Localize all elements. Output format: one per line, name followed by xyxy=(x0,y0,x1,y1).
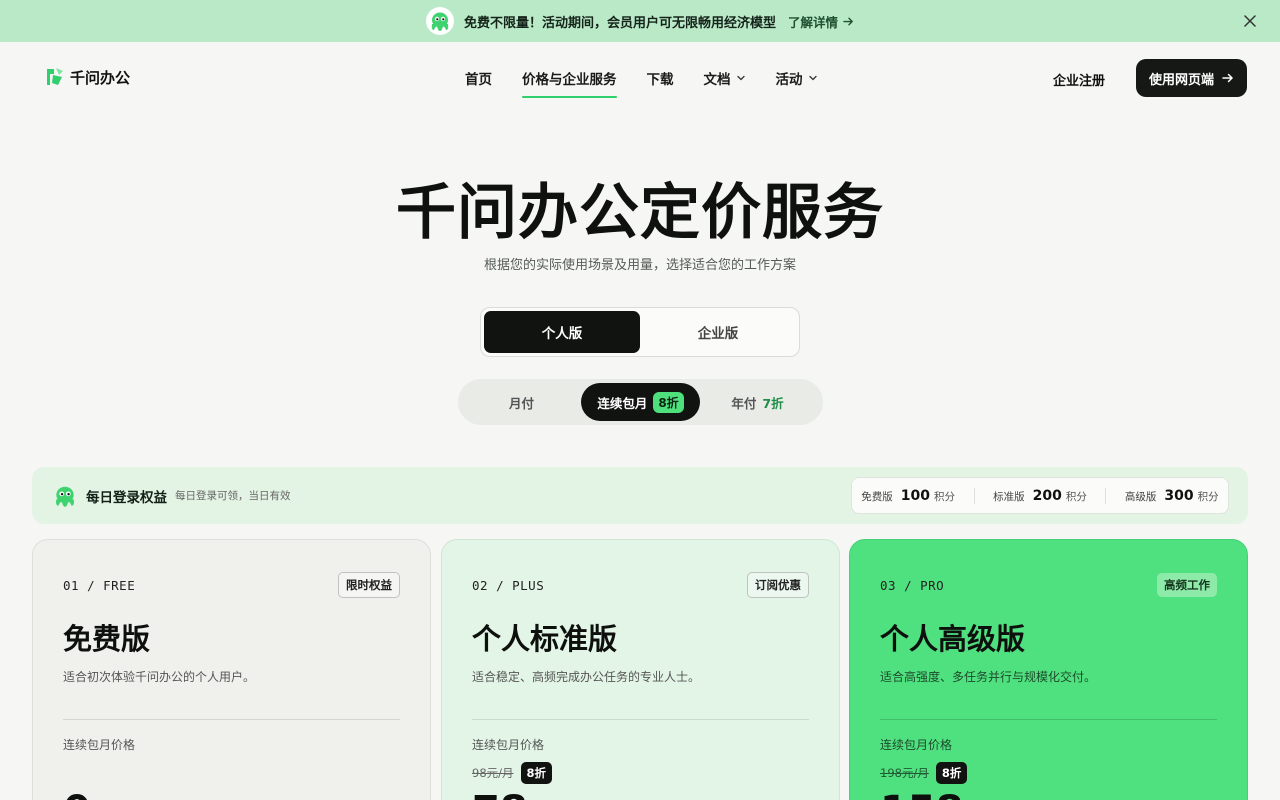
points-unit: 积分 xyxy=(934,490,955,503)
nav-link-label: 活动 xyxy=(775,72,803,88)
daily-login-info: 每日登录权益 每日登录可领，当日有效 xyxy=(52,483,291,509)
card-header: 03 / PRO 高频工作 xyxy=(880,570,1217,600)
nav-link-home[interactable]: 首页 xyxy=(465,42,492,114)
points-value: 300 xyxy=(1164,487,1194,504)
nav-links: 首页 价格与企业服务 下载 文档 活动 xyxy=(465,42,818,114)
points-unit: 积分 xyxy=(1065,490,1087,503)
card-code: 03 / PRO xyxy=(880,577,945,593)
logo-icon xyxy=(47,68,63,85)
card-tag: 高频工作 xyxy=(1157,573,1217,597)
divider xyxy=(63,719,400,720)
points-label: 标准版 xyxy=(993,490,1025,503)
plan-type-toggle: 个人版 企业版 xyxy=(480,307,800,357)
card-header: 01 / FREE 限时权益 xyxy=(63,570,400,600)
divider xyxy=(472,719,809,720)
price-label: 连续包月价格 xyxy=(472,738,545,752)
original-price-row: 198元/月 8折 xyxy=(880,761,1217,785)
plan-desc: 适合高强度、多任务并行与规模化交付。 xyxy=(880,670,1097,684)
points-advanced: 高级版 300 积分 xyxy=(1125,488,1219,504)
price-label: 连续包月价格 xyxy=(880,738,953,752)
arrow-right-icon xyxy=(843,17,854,25)
plan-price: 78 xyxy=(472,791,809,800)
points-label: 高级版 xyxy=(1124,490,1157,503)
top-navbar: 千问办公 首页 价格与企业服务 下载 文档 活动 企业注册 使用网页端 xyxy=(0,42,1280,114)
discount-badge: 8折 xyxy=(935,762,968,784)
nav-link-label: 价格与企业服务 xyxy=(522,72,617,88)
nav-link-docs[interactable]: 文档 xyxy=(704,42,746,114)
arrow-right-icon xyxy=(1222,73,1234,83)
enterprise-register-link[interactable]: 企业注册 xyxy=(1053,70,1105,89)
plan-name: 免费版 xyxy=(63,622,151,656)
billing-yearly[interactable]: 年付 7折 xyxy=(700,383,815,421)
mascot-icon xyxy=(425,7,454,35)
daily-login-bar: 每日登录权益 每日登录可领，当日有效 免费版 100 积分 标准版 200 积分… xyxy=(32,467,1248,524)
pricing-card-plus: 02 / PLUS 订阅优惠 个人标准版 适合稳定、高频完成办公任务的专业人士。… xyxy=(441,539,840,800)
pricing-card-pro: 03 / PRO 高频工作 个人高级版 适合高强度、多任务并行与规模化交付。 连… xyxy=(849,539,1248,800)
card-tag: 订阅优惠 xyxy=(747,572,809,598)
banner-link-label: 了解详情 xyxy=(788,14,839,30)
nav-link-label: 下载 xyxy=(646,72,674,88)
promo-banner-content: 免费不限量！活动期间，会员用户可无限畅用经济模型 了解详情 xyxy=(425,7,854,35)
logo[interactable]: 千问办公 xyxy=(44,66,130,88)
card-tag: 限时权益 xyxy=(338,572,400,598)
use-web-button[interactable]: 使用网页端 xyxy=(1136,59,1247,97)
discount-badge: 8折 xyxy=(520,762,553,784)
banner-learn-more-link[interactable]: 了解详情 xyxy=(788,12,854,31)
card-code: 01 / FREE xyxy=(63,577,136,593)
daily-login-desc: 每日登录可领，当日有效 xyxy=(175,490,291,502)
divider xyxy=(973,487,975,504)
plan-name: 个人高级版 xyxy=(880,622,1026,656)
daily-login-title: 每日登录权益 xyxy=(86,489,167,506)
chevron-down-icon xyxy=(808,75,817,81)
points-value: 100 xyxy=(900,487,930,504)
divider xyxy=(880,719,1217,720)
original-price: 98元/月 xyxy=(472,766,514,780)
points-value: 200 xyxy=(1032,487,1062,504)
chevron-down-icon xyxy=(736,75,745,81)
billing-continuous-label: 连续包月 xyxy=(597,395,648,411)
card-code: 02 / PLUS xyxy=(472,577,545,593)
billing-monthly-label: 月付 xyxy=(508,395,534,411)
discount-badge: 7折 xyxy=(762,395,784,411)
points-standard: 标准版 200 积分 xyxy=(993,488,1087,504)
logo-text: 千问办公 xyxy=(70,68,131,87)
close-icon xyxy=(1244,15,1256,27)
points-unit: 积分 xyxy=(1197,490,1219,503)
use-web-button-label: 使用网页端 xyxy=(1148,72,1214,88)
mascot-icon xyxy=(56,486,74,507)
page-title: 千问办公定价服务 xyxy=(396,178,884,248)
daily-points-panel: 免费版 100 积分 标准版 200 积分 高级版 300 积分 xyxy=(851,477,1229,514)
card-header: 02 / PLUS 订阅优惠 xyxy=(472,570,809,600)
nav-link-events[interactable]: 活动 xyxy=(776,42,818,114)
pricing-card-free: 01 / FREE 限时权益 免费版 适合初次体验千问办公的个人用户。 连续包月… xyxy=(32,539,431,800)
close-banner-button[interactable] xyxy=(1240,11,1260,31)
nav-link-label: 首页 xyxy=(465,72,492,88)
billing-monthly[interactable]: 月付 xyxy=(462,383,581,421)
divider xyxy=(1105,487,1107,504)
billing-yearly-label: 年付 xyxy=(731,395,757,411)
banner-text: 免费不限量！活动期间，会员用户可无限畅用经济模型 xyxy=(463,15,776,31)
nav-link-pricing[interactable]: 价格与企业服务 xyxy=(522,42,617,114)
price-label: 连续包月价格 xyxy=(63,738,136,752)
discount-badge: 8折 xyxy=(653,391,684,413)
billing-continuous-monthly[interactable]: 连续包月 8折 xyxy=(581,383,700,421)
billing-toggle: 月付 连续包月 8折 年付 7折 xyxy=(458,379,823,425)
nav-link-download[interactable]: 下载 xyxy=(647,42,674,114)
points-label: 免费版 xyxy=(861,490,893,503)
page-subtitle: 根据您的实际使用场景及用量，选择适合您的工作方案 xyxy=(483,258,796,273)
nav-link-label: 文档 xyxy=(703,72,731,88)
original-price-row: 98元/月 8折 xyxy=(472,761,809,785)
plan-type-enterprise[interactable]: 企业版 xyxy=(640,311,796,353)
promo-banner: 免费不限量！活动期间，会员用户可无限畅用经济模型 了解详情 xyxy=(0,0,1280,42)
plan-price: 158 xyxy=(880,791,1217,800)
plan-type-personal[interactable]: 个人版 xyxy=(484,311,640,353)
points-free: 免费版 100 积分 xyxy=(861,488,955,504)
plan-desc: 适合初次体验千问办公的个人用户。 xyxy=(63,670,256,684)
plan-name: 个人标准版 xyxy=(472,622,618,656)
plan-desc: 适合稳定、高频完成办公任务的专业人士。 xyxy=(472,670,701,684)
original-price: 198元/月 xyxy=(880,766,929,780)
plan-price: 0 xyxy=(63,791,400,800)
